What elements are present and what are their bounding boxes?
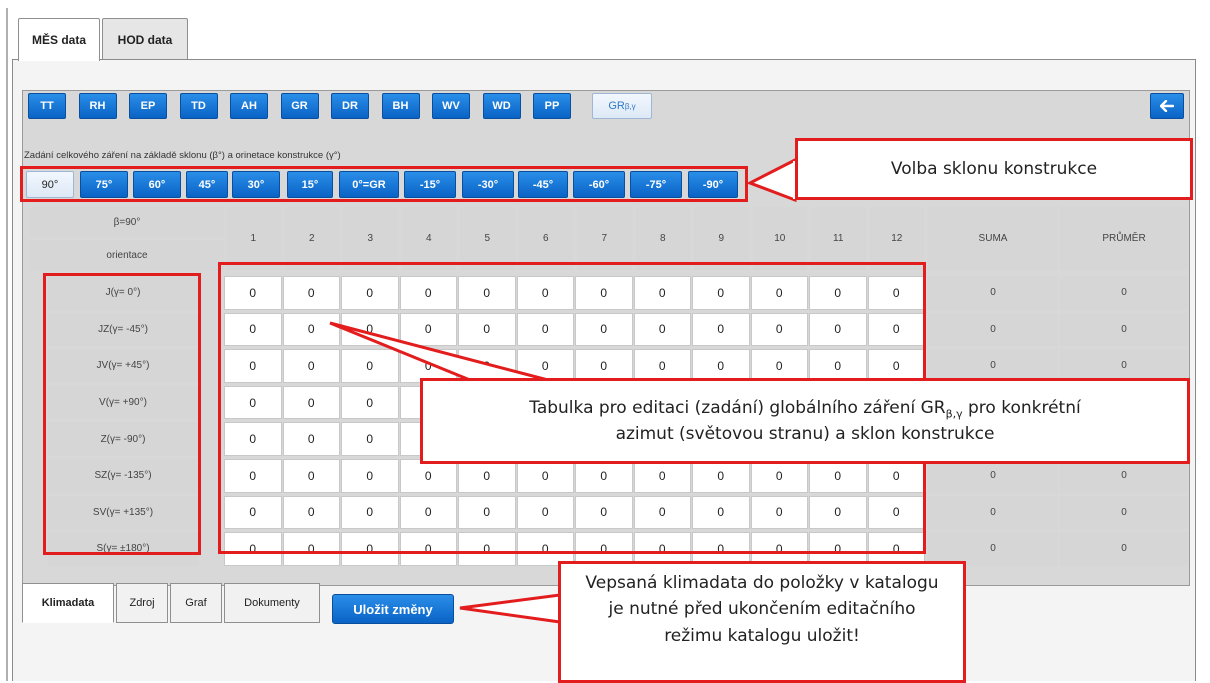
row-average: 0	[1060, 495, 1188, 530]
table-callout-line1-pre: Tabulka pro editaci (zadání) globálního …	[529, 397, 946, 418]
row-average: 0	[1060, 312, 1188, 347]
table-callout-line2: azimut (světovou stranu) a sklon konstru…	[615, 423, 995, 444]
row-average: 0	[1060, 276, 1188, 310]
corner-beta: β=90°	[30, 207, 224, 237]
param-button-td[interactable]: TD	[179, 93, 218, 119]
month-header-12: 12	[869, 207, 924, 270]
save-callout: Vepsaná klimadata do položky v katalogu …	[558, 561, 966, 683]
param-button-gr[interactable]: GR	[280, 93, 319, 119]
average-header: PRŮMĚR	[1060, 207, 1188, 270]
tab-mes-data[interactable]: MĚS data	[18, 18, 100, 61]
sum-header: SUMA	[928, 207, 1058, 270]
param-button-tt[interactable]: TT	[28, 93, 66, 119]
tab-zdroj[interactable]: Zdroj	[116, 583, 168, 623]
slope-caption: Zadání celkového záření na základě sklon…	[24, 150, 341, 161]
param-button-gr-beta-gamma[interactable]: GR β,γ	[592, 93, 652, 119]
month-header-9: 9	[694, 207, 749, 270]
tab-graf[interactable]: Graf	[170, 583, 222, 623]
month-header-2: 2	[284, 207, 339, 270]
month-header-5: 5	[460, 207, 515, 270]
param-button-ep[interactable]: EP	[129, 93, 167, 119]
month-header-7: 7	[577, 207, 632, 270]
row-average: 0	[1060, 459, 1188, 493]
tab-klimadata[interactable]: Klimadata	[22, 583, 114, 623]
slope-callout-text: Volba sklonu konstrukce	[890, 159, 1098, 179]
arrow-left-icon	[1160, 100, 1174, 112]
month-header-6: 6	[518, 207, 573, 270]
row-average: 0	[1060, 532, 1188, 566]
param-button-ah[interactable]: AH	[230, 93, 268, 119]
month-header-4: 4	[401, 207, 456, 270]
param-button-pp[interactable]: PP	[533, 93, 571, 119]
table-callout-subscript: β,γ	[945, 406, 963, 420]
row-sum: 0	[928, 495, 1058, 530]
param-active-subscript: β,γ	[624, 101, 636, 111]
row-sum: 0	[928, 312, 1058, 347]
param-button-dr[interactable]: DR	[331, 93, 369, 119]
table-callout: Tabulka pro editaci (zadání) globálního …	[420, 378, 1190, 464]
corner-orientation: orientace	[30, 240, 224, 270]
save-callout-text: Vepsaná klimadata do položky v katalogu …	[585, 573, 939, 646]
param-button-bh[interactable]: BH	[381, 93, 420, 119]
window-left-border	[6, 8, 8, 681]
row-sum: 0	[928, 276, 1058, 310]
tab-dokumenty[interactable]: Dokumenty	[224, 583, 320, 623]
orientation-highlight	[43, 273, 201, 555]
slope-highlight	[20, 166, 748, 202]
month-header-11: 11	[811, 207, 866, 270]
month-header-10: 10	[752, 207, 807, 270]
table-callout-line1: Tabulka pro editaci (zadání) globálního …	[529, 396, 1080, 422]
tab-hod-data[interactable]: HOD data	[102, 18, 188, 60]
month-header-8: 8	[635, 207, 690, 270]
table-callout-line1-post: pro konkrétní	[962, 397, 1081, 418]
param-button-wv[interactable]: WV	[432, 93, 470, 119]
param-active-label: GR	[608, 100, 625, 112]
save-changes-button[interactable]: Uložit změny	[332, 594, 454, 624]
row-sum: 0	[928, 459, 1058, 493]
month-header-1: 1	[226, 207, 281, 270]
month-header-3: 3	[343, 207, 398, 270]
back-button[interactable]	[1150, 93, 1184, 119]
param-button-rh[interactable]: RH	[78, 93, 117, 119]
slope-callout: Volba sklonu konstrukce	[795, 138, 1193, 200]
param-button-wd[interactable]: WD	[482, 93, 521, 119]
